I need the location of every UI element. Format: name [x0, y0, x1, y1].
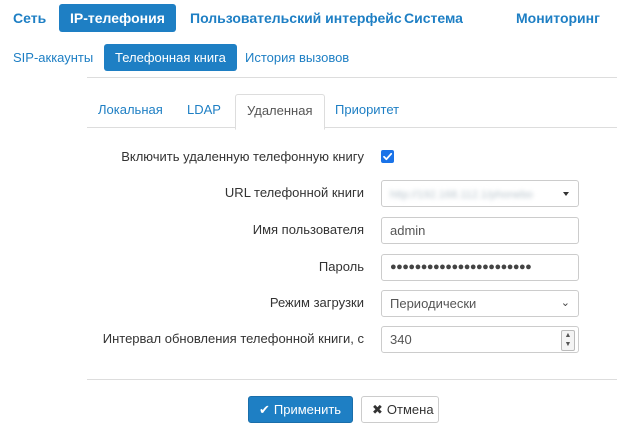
load-mode-select[interactable]: Периодически ⌄	[381, 290, 579, 317]
check-icon	[383, 152, 393, 161]
divider	[87, 77, 617, 78]
nav-user-interface[interactable]: Пользовательский интерфейс	[179, 4, 413, 32]
apply-button-label: Применить	[273, 402, 342, 417]
enable-remote-checkbox[interactable]	[381, 150, 394, 163]
username-label: Имя пользователя	[252, 222, 364, 237]
top-navigation: Сеть IP-телефония Пользовательский интер…	[0, 4, 617, 32]
form-divider	[87, 379, 617, 380]
spin-down-icon[interactable]: ▼	[562, 340, 574, 349]
tabs-divider	[87, 127, 617, 128]
spin-up-icon[interactable]: ▲	[562, 331, 574, 340]
tab-priority[interactable]: Приоритет	[324, 94, 410, 127]
load-mode-value: Периодически	[390, 296, 477, 311]
url-label: URL телефонной книги	[224, 185, 364, 200]
nav-network[interactable]: Сеть	[2, 4, 57, 32]
password-value: ●●●●●●●●●●●●●●●●●●●●●●●	[390, 261, 532, 273]
nav-monitoring[interactable]: Мониторинг	[505, 4, 611, 32]
interval-input[interactable]: 340 ▲ ▼	[381, 326, 579, 353]
nav-system[interactable]: Система	[393, 4, 474, 32]
password-input[interactable]: ●●●●●●●●●●●●●●●●●●●●●●●	[381, 254, 579, 281]
tab-remote[interactable]: Удаленная	[235, 94, 325, 130]
tab-local[interactable]: Локальная	[87, 94, 174, 127]
apply-button[interactable]: ✔ Применить	[248, 396, 353, 423]
caret-down-icon	[563, 192, 569, 196]
number-spinner[interactable]: ▲ ▼	[561, 330, 575, 351]
url-value: http://192.168.112.1/phonebo	[390, 189, 533, 201]
check-icon: ✔	[259, 402, 270, 417]
tab-ldap[interactable]: LDAP	[176, 94, 232, 127]
subnav-call-history[interactable]: История вызовов	[234, 44, 360, 71]
enable-remote-label: Включить удаленную телефонную книгу	[121, 149, 364, 164]
subnav-sip-accounts[interactable]: SIP-аккаунты	[2, 44, 104, 71]
username-input[interactable]: admin	[381, 217, 579, 244]
close-icon: ✖	[372, 402, 383, 417]
interval-label: Интервал обновления телефонной книги, с	[102, 331, 364, 346]
chevron-down-icon: ⌄	[560, 297, 570, 309]
password-label: Пароль	[318, 259, 364, 274]
nav-ip-telephony[interactable]: IP-телефония	[59, 4, 176, 32]
cancel-button[interactable]: ✖ Отмена	[361, 396, 439, 423]
url-select[interactable]: http://192.168.112.1/phonebo	[381, 180, 579, 207]
subnav-phonebook[interactable]: Телефонная книга	[104, 44, 237, 71]
interval-value: 340	[390, 332, 412, 347]
load-mode-label: Режим загрузки	[269, 295, 364, 310]
username-value: admin	[390, 223, 426, 238]
cancel-button-label: Отмена	[386, 402, 434, 417]
